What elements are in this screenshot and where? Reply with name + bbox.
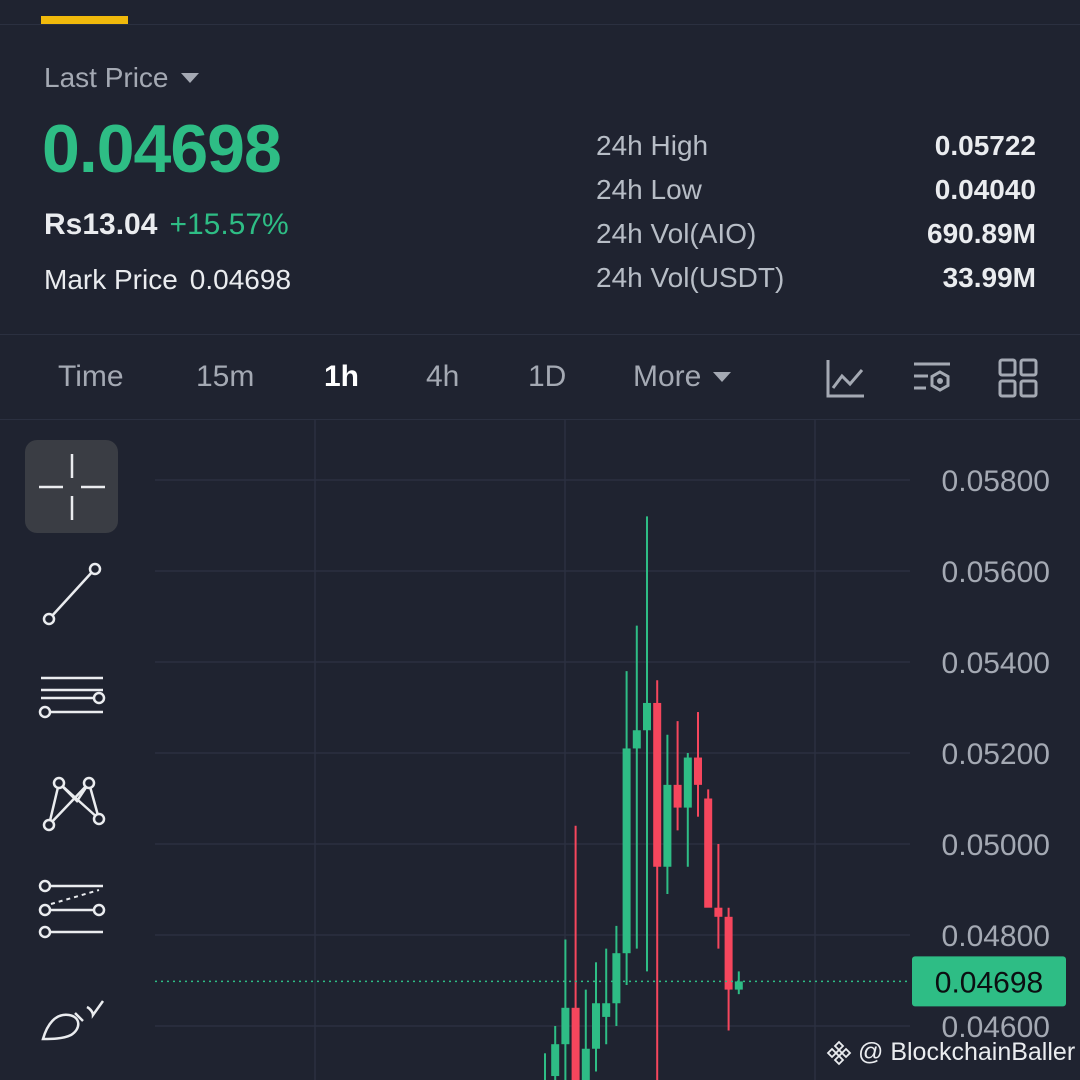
binance-logo-icon: [826, 1040, 852, 1065]
tool-trend-line[interactable]: [25, 545, 118, 638]
stat-label: 24h Vol(USDT): [596, 262, 785, 293]
stat-row-vol-usdt: 24h Vol(USDT) 33.99M: [596, 256, 1036, 300]
crosshair-icon: [38, 453, 105, 520]
candle-body: [704, 798, 713, 908]
candle-body: [724, 916, 733, 990]
candle-body: [694, 757, 702, 785]
top-divider: [0, 24, 1080, 25]
mark-price-row: Mark Price 0.04698: [44, 264, 291, 296]
mark-price-label: Mark Price: [44, 264, 178, 295]
last-price-dropdown[interactable]: Last Price: [44, 62, 199, 94]
caret-down-icon: [713, 372, 732, 382]
candle-body: [632, 730, 641, 749]
chart-indicator-icon[interactable]: [824, 356, 868, 400]
last-price-label: Last Price: [44, 62, 169, 93]
tab-15m[interactable]: 15m: [196, 360, 254, 394]
caret-down-icon: [180, 73, 199, 83]
candle-body: [673, 784, 682, 808]
stat-value: 690.89M: [927, 218, 1036, 249]
y-axis-tick-label: 0.04800: [942, 920, 1050, 953]
y-axis-tick-label: 0.05800: [942, 465, 1050, 498]
current-price-label: 0.04698: [935, 966, 1043, 999]
y-axis-tick-label: 0.05200: [942, 738, 1050, 771]
candle-body: [653, 702, 662, 867]
stat-label: 24h Low: [596, 174, 702, 205]
last-price-value: 0.04698: [42, 111, 282, 187]
stat-value: 33.99M: [942, 262, 1036, 293]
price-chart[interactable]: 0.05800 0.05600 0.05400 0.05200 0.05000 0.048…: [0, 420, 1080, 1080]
candle-body: [734, 981, 743, 990]
stat-value: 0.04040: [934, 174, 1036, 205]
tab-more[interactable]: More: [633, 360, 732, 394]
horizontal-lines-icon: [38, 676, 105, 718]
candle-body: [612, 953, 621, 1004]
stat-label: 24h Vol(AIO): [596, 218, 757, 249]
candle-body: [561, 1007, 570, 1045]
stats-panel: 24h High 0.05722 24h Low 0.04040 24h Vol…: [596, 124, 1036, 300]
trend-line-icon: [42, 562, 101, 625]
tool-horizontal-lines[interactable]: [25, 650, 118, 743]
active-tab-indicator: [41, 16, 128, 24]
candle-body: [551, 1044, 560, 1077]
tool-crosshair[interactable]: [25, 440, 118, 533]
stat-row-vol-aio: 24h Vol(AIO) 690.89M: [596, 212, 1036, 256]
candle-body: [643, 702, 651, 731]
stat-row-high: 24h High 0.05722: [596, 124, 1036, 168]
brush-icon: [40, 999, 104, 1040]
watermark: @ BlockchainBaller: [826, 1038, 1075, 1067]
tab-1h[interactable]: 1h: [324, 360, 359, 394]
y-axis-tick-label: 0.05400: [942, 647, 1050, 680]
candle-body: [714, 907, 723, 917]
tab-4h[interactable]: 4h: [426, 360, 459, 394]
grid-layout-icon[interactable]: [996, 356, 1040, 400]
fib-icon: [38, 879, 105, 938]
y-axis-tick-label: 0.05000: [942, 829, 1050, 862]
chart-settings-icon[interactable]: [910, 356, 954, 400]
fiat-price-row: Rs13.04 +15.57%: [44, 208, 289, 242]
y-axis-tick-label: 0.05600: [942, 556, 1050, 589]
stat-row-low: 24h Low 0.04040: [596, 168, 1036, 212]
stat-value: 0.05722: [934, 130, 1036, 161]
change-percent: +15.57%: [169, 208, 289, 241]
candle-body: [663, 784, 672, 867]
timeframe-bar: Time 15m 1h 4h 1D More: [0, 340, 1080, 418]
candle-body: [592, 1003, 600, 1049]
tab-1d[interactable]: 1D: [528, 360, 566, 394]
tool-fib[interactable]: [25, 860, 118, 953]
candle-body: [622, 748, 631, 954]
pattern-icon: [42, 776, 105, 831]
candle-body: [571, 1007, 580, 1080]
fiat-price: Rs13.04: [44, 208, 158, 241]
section-divider: [0, 334, 1080, 335]
tool-brush[interactable]: [25, 965, 118, 1058]
tab-time[interactable]: Time: [58, 360, 124, 394]
watermark-text: @ BlockchainBaller: [858, 1038, 1076, 1066]
tool-pattern[interactable]: [25, 755, 118, 848]
candle-body: [581, 1048, 590, 1080]
candle-body: [602, 1003, 611, 1017]
stat-label: 24h High: [596, 130, 709, 161]
tab-more-label: More: [633, 360, 702, 393]
mark-price-value: 0.04698: [189, 264, 292, 295]
candle-body: [683, 757, 692, 808]
